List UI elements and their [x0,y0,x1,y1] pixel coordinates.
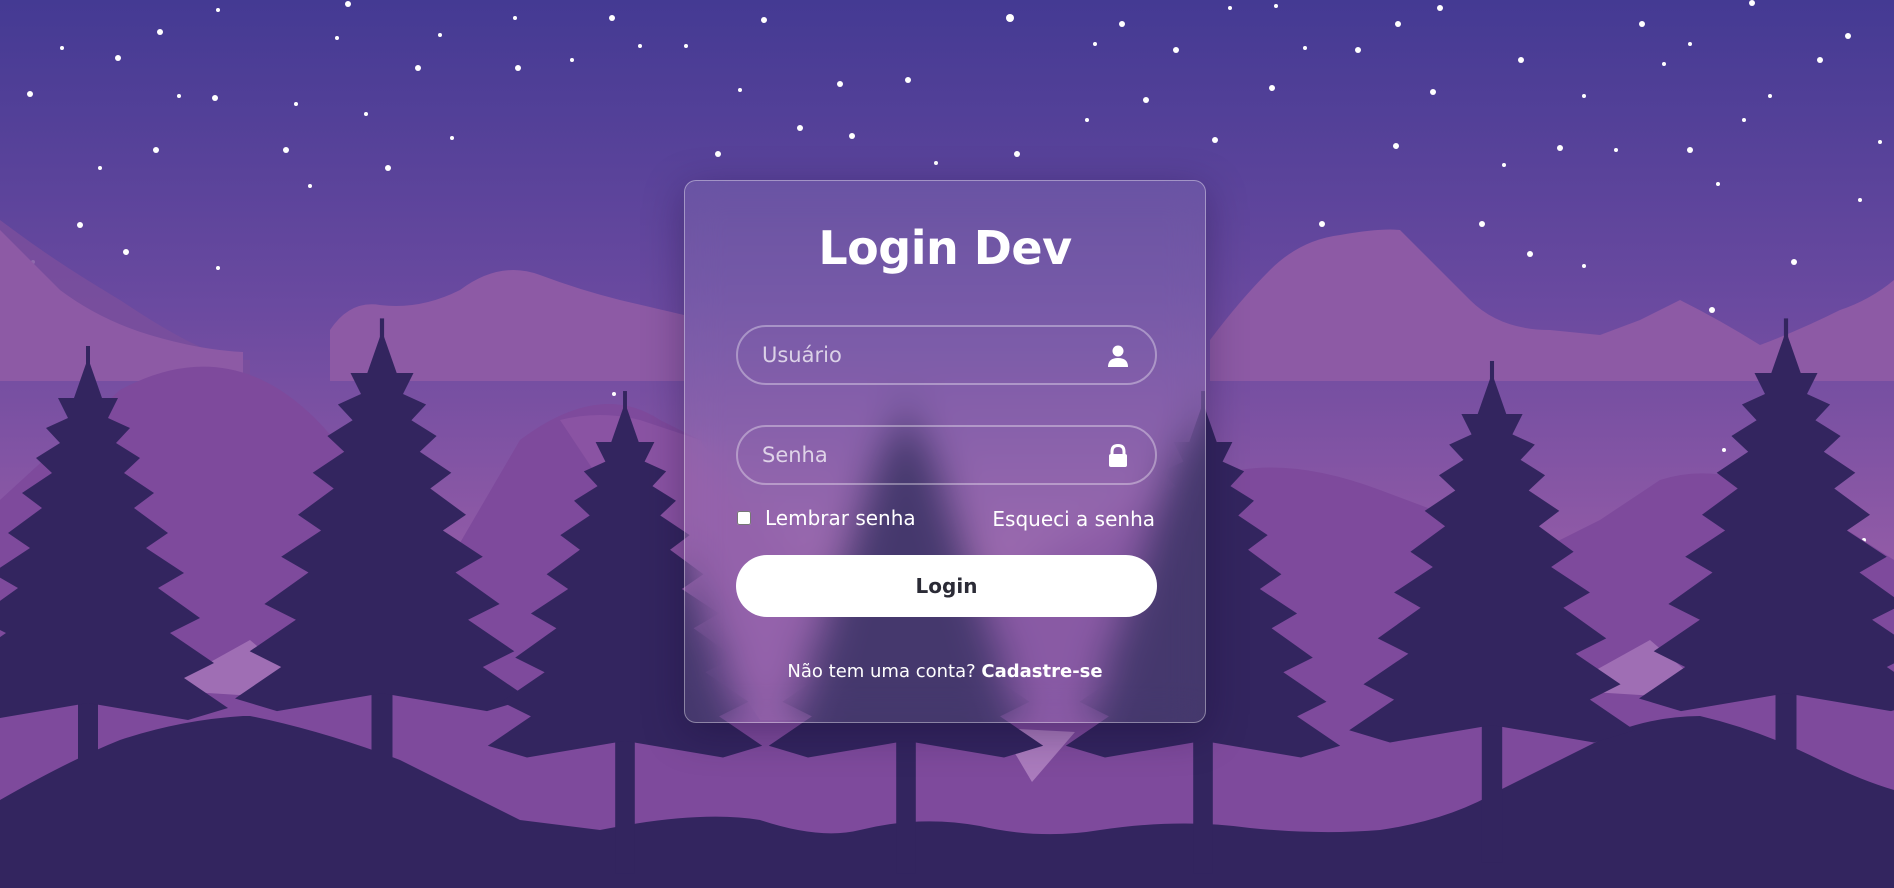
login-button[interactable]: Login [736,555,1157,617]
user-icon [1107,344,1129,368]
password-field[interactable] [736,425,1157,485]
lock-icon [1107,443,1129,468]
signup-prompt-text: Não tem uma conta? [787,661,982,682]
forgot-password-link[interactable]: Esqueci a senha [992,507,1155,531]
password-input[interactable] [738,427,1155,483]
login-title: Login Dev [818,221,1072,275]
login-card: Login Dev Lembrar senha Esqueci a senha … [684,180,1206,723]
username-field[interactable] [736,325,1157,385]
remember-label: Lembrar senha [765,506,916,530]
remember-password[interactable]: Lembrar senha [737,506,916,530]
remember-checkbox[interactable] [737,511,751,525]
username-input[interactable] [738,327,1155,383]
signup-prompt: Não tem uma conta? Cadastre-se [685,661,1205,682]
signup-link[interactable]: Cadastre-se [981,661,1102,682]
